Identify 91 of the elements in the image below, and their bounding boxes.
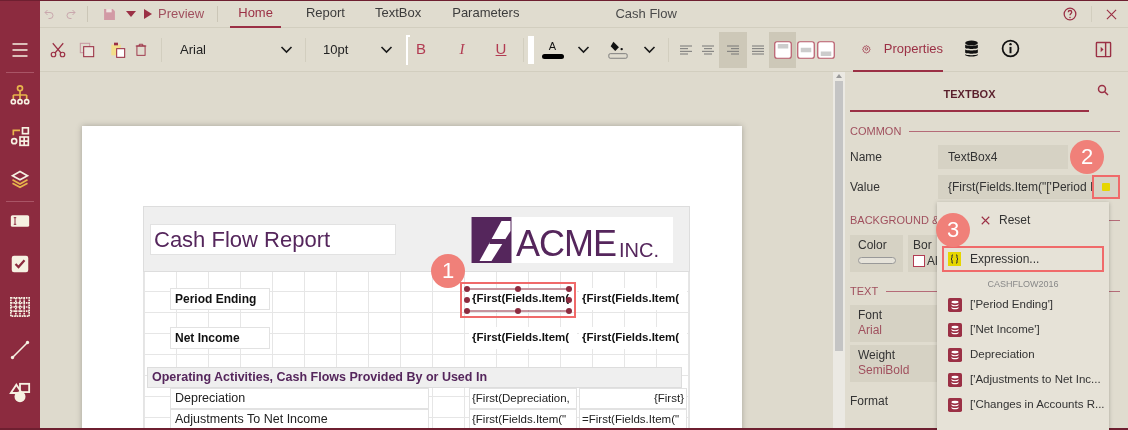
menu-item[interactable]: Depreciation bbox=[937, 342, 1109, 367]
property-value: Arial bbox=[858, 323, 883, 338]
property-label: Name bbox=[850, 149, 883, 166]
logo-text: INC. bbox=[619, 239, 659, 261]
scrollbar[interactable] bbox=[833, 72, 845, 428]
panel-toggle-icon[interactable] bbox=[1095, 41, 1112, 58]
color-swatch[interactable] bbox=[858, 257, 896, 264]
property-label: Bor bbox=[913, 238, 933, 252]
line-icon[interactable] bbox=[10, 340, 30, 360]
report-title: Cash Flow Report bbox=[150, 224, 396, 255]
info-icon bbox=[1000, 39, 1020, 58]
text-property[interactable]: Font Arial bbox=[850, 305, 937, 342]
database-icon bbox=[948, 297, 962, 312]
paste-icon[interactable] bbox=[110, 40, 126, 59]
vertical-align-icon bbox=[773, 40, 792, 59]
menu-item[interactable]: Reset bbox=[972, 207, 1104, 233]
components-icon[interactable] bbox=[10, 127, 30, 147]
text-cursor bbox=[406, 34, 410, 65]
text-color-button[interactable]: A bbox=[541, 40, 564, 59]
underline-button[interactable]: U bbox=[491, 36, 511, 63]
property-value: SemiBold bbox=[858, 363, 911, 378]
database-icon bbox=[948, 347, 962, 362]
property-label: Font bbox=[858, 308, 883, 323]
layers-icon[interactable] bbox=[10, 169, 30, 189]
play-icon bbox=[144, 9, 152, 19]
expression-cell: {First(Fields.Item( bbox=[579, 288, 687, 310]
text-property[interactable]: Weight SemiBold bbox=[850, 345, 937, 382]
close-icon[interactable] bbox=[1106, 8, 1117, 20]
row-label: Depreciation bbox=[170, 388, 429, 409]
color-property[interactable]: Color bbox=[850, 235, 903, 272]
logo-text: ACME bbox=[516, 225, 616, 263]
field-label: Period Ending bbox=[170, 288, 270, 310]
window-title: Cash Flow bbox=[615, 5, 677, 24]
braces-icon bbox=[948, 252, 961, 266]
property-label: Value bbox=[850, 179, 881, 196]
hierarchy-icon[interactable] bbox=[10, 85, 30, 105]
textbox-icon[interactable] bbox=[10, 214, 30, 228]
property-field[interactable]: {First(Fields.Item("['Period I bbox=[938, 175, 1092, 199]
scrollbar-thumb[interactable] bbox=[835, 81, 843, 351]
menu-item[interactable]: ['Changes in Accounts R... bbox=[937, 392, 1109, 417]
database-icon bbox=[948, 372, 962, 387]
italic-button[interactable]: I bbox=[452, 36, 472, 63]
vertical-align-icon bbox=[797, 40, 815, 59]
close-icon bbox=[981, 215, 990, 225]
bold-button[interactable]: B bbox=[411, 36, 431, 63]
section-title: TEXT bbox=[850, 283, 879, 299]
font-dropdown[interactable]: Arial bbox=[170, 34, 300, 65]
expression-indicator-icon bbox=[1102, 183, 1110, 191]
property-label: Format bbox=[850, 393, 888, 410]
expression-cell: {First} bbox=[579, 388, 687, 409]
expression-cell: =First(Fields.Item(" bbox=[579, 409, 687, 428]
selection-handles[interactable] bbox=[460, 282, 576, 318]
help-icon[interactable] bbox=[1063, 7, 1077, 21]
database-icon bbox=[948, 322, 962, 337]
copy-icon[interactable] bbox=[79, 41, 95, 58]
menu-item[interactable]: ['Adjustments to Net Inc... bbox=[937, 367, 1109, 392]
expression-cell: {First(Fields.Item( bbox=[579, 327, 687, 349]
vertical-align-icon bbox=[817, 40, 835, 59]
expression-cell: {First(Fields.Item(" bbox=[469, 409, 577, 428]
vertical-align-button[interactable] bbox=[769, 31, 796, 68]
row-label: Adjustments To Net Income bbox=[170, 409, 429, 428]
caret-down-icon[interactable] bbox=[126, 11, 136, 17]
property-field[interactable]: TextBox4 bbox=[938, 145, 1068, 169]
callout-badge: 2 bbox=[1070, 140, 1104, 174]
database-icon bbox=[948, 397, 962, 412]
cut-icon[interactable] bbox=[49, 40, 67, 59]
menu-group-label: CASHFLOW2016 bbox=[986, 278, 1060, 291]
property-label: Color bbox=[858, 238, 888, 252]
checkbox[interactable] bbox=[913, 255, 925, 267]
tab[interactable]: TextBox bbox=[366, 0, 430, 28]
menu-item[interactable]: ['Net Income'] bbox=[937, 317, 1109, 342]
menu-item[interactable]: ['Period Ending'] bbox=[937, 292, 1109, 317]
field-label: Net Income bbox=[170, 327, 270, 349]
section-title: COMMON bbox=[850, 123, 902, 139]
menu-item[interactable]: Expression... bbox=[942, 246, 1104, 272]
separator-bar bbox=[528, 35, 534, 64]
panel-heading: TEXTBOX bbox=[850, 84, 1089, 112]
section-header: Operating Activities, Cash Flows Provided By or Used In bbox=[147, 367, 682, 388]
font-size-dropdown[interactable]: 10pt bbox=[318, 34, 397, 65]
property-label: Weight bbox=[858, 348, 897, 363]
tab[interactable]: Parameters bbox=[444, 0, 528, 28]
search-icon[interactable] bbox=[1097, 84, 1109, 96]
shapes-icon[interactable] bbox=[9, 382, 31, 404]
checkbox-label: Al bbox=[927, 255, 938, 267]
tab[interactable]: Report bbox=[297, 0, 353, 28]
table-icon[interactable] bbox=[10, 297, 30, 317]
checkbox-icon[interactable] bbox=[11, 255, 29, 273]
expression-cell: {First(Fields.Item( bbox=[469, 327, 577, 349]
expression-cell: {First(Depreciation, bbox=[469, 388, 577, 409]
preview-button[interactable]: Preview bbox=[144, 0, 205, 28]
delete-icon[interactable] bbox=[134, 41, 148, 58]
